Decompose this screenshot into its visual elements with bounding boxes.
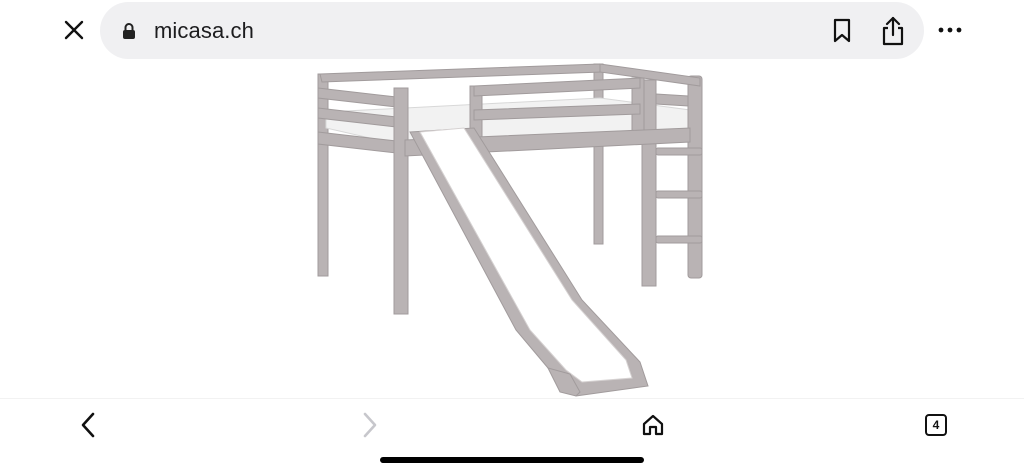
bookmark-icon xyxy=(833,18,851,43)
forward-button[interactable] xyxy=(354,409,386,441)
tabs-count-badge: 4 xyxy=(925,414,947,436)
close-button[interactable] xyxy=(58,14,90,46)
web-content xyxy=(0,62,1024,398)
chevron-left-icon xyxy=(81,412,95,438)
browser-bottom-toolbar: 4 xyxy=(0,398,1024,471)
back-button[interactable] xyxy=(72,409,104,441)
chevron-right-icon xyxy=(363,412,377,438)
home-indicator xyxy=(380,457,644,463)
url-text: micasa.ch xyxy=(154,18,254,43)
tabs-count: 4 xyxy=(932,418,940,432)
share-button[interactable] xyxy=(878,14,908,48)
product-image[interactable] xyxy=(300,62,720,398)
tabs-button[interactable]: 4 xyxy=(922,411,950,439)
address-bar[interactable]: micasa.ch xyxy=(100,2,924,59)
home-icon xyxy=(642,414,664,436)
browser-top-bar: micasa.ch xyxy=(0,0,1024,62)
home-button[interactable] xyxy=(637,409,669,441)
bookmark-button[interactable] xyxy=(828,16,856,46)
loft-bed-illustration xyxy=(317,63,703,397)
share-icon xyxy=(882,16,904,46)
close-icon xyxy=(64,20,84,40)
more-icon xyxy=(938,27,962,33)
more-options-button[interactable] xyxy=(934,16,966,44)
lock-icon xyxy=(123,23,135,39)
